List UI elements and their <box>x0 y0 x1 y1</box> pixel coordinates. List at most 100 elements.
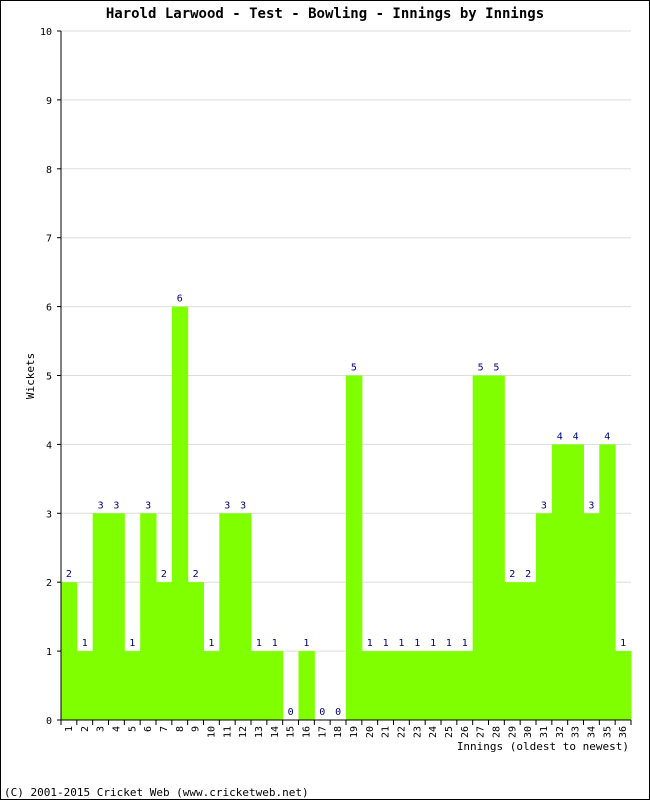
x-tick-label: 12 <box>238 726 249 738</box>
bar <box>599 444 616 720</box>
x-tick-label: 32 <box>555 726 566 738</box>
x-tick-label: 13 <box>254 726 265 738</box>
data-label: 1 <box>272 638 278 649</box>
data-label: 3 <box>145 500 151 511</box>
data-label: 4 <box>573 431 579 442</box>
bar <box>346 375 363 720</box>
bar <box>441 651 458 720</box>
x-tick-label: 16 <box>301 726 312 738</box>
data-label: 3 <box>240 500 246 511</box>
x-tick-label: 8 <box>175 726 186 732</box>
y-tick-label: 9 <box>46 96 52 107</box>
bar <box>61 582 78 720</box>
data-label: 1 <box>82 638 88 649</box>
x-tick-label: 23 <box>412 726 423 738</box>
data-label: 1 <box>256 638 262 649</box>
y-tick-label: 5 <box>46 372 52 383</box>
bar <box>235 513 252 720</box>
x-tick-label: 20 <box>365 726 376 738</box>
y-tick-label: 7 <box>46 234 52 245</box>
data-label: 2 <box>193 569 199 580</box>
bar <box>156 582 173 720</box>
x-tick-label: 22 <box>396 726 407 738</box>
copyright-footer: (C) 2001-2015 Cricket Web (www.cricketwe… <box>4 786 309 799</box>
bar <box>425 651 442 720</box>
data-label: 6 <box>177 294 183 305</box>
x-tick-label: 27 <box>476 726 487 738</box>
data-label: 0 <box>335 707 341 718</box>
data-label: 4 <box>604 431 610 442</box>
bar <box>377 651 394 720</box>
data-label: 1 <box>430 638 436 649</box>
bar <box>187 582 204 720</box>
x-tick-label: 36 <box>618 726 629 738</box>
bar <box>76 651 94 720</box>
bar-chart: Harold Larwood - Test - Bowling - Inning… <box>4 6 632 799</box>
data-label: 3 <box>588 500 594 511</box>
data-label: 1 <box>383 638 389 649</box>
data-label: 1 <box>398 638 404 649</box>
x-tick-label: 17 <box>317 726 328 738</box>
x-tick-label: 2 <box>80 726 91 732</box>
data-label: 1 <box>414 638 420 649</box>
x-tick-label: 15 <box>286 726 297 738</box>
x-tick-label: 30 <box>523 726 534 738</box>
y-tick-label: 1 <box>46 647 52 658</box>
x-tick-label: 9 <box>191 726 202 732</box>
data-label: 2 <box>525 569 531 580</box>
x-tick-label: 26 <box>460 726 471 738</box>
data-label: 5 <box>493 363 499 374</box>
data-label: 0 <box>319 707 325 718</box>
bar <box>92 513 109 720</box>
x-tick-label: 29 <box>507 726 518 738</box>
bar <box>140 513 157 720</box>
bar <box>456 651 474 720</box>
bar <box>203 651 220 720</box>
data-label: 1 <box>462 638 468 649</box>
bar <box>108 513 125 720</box>
x-tick-label: 14 <box>270 726 281 738</box>
bar <box>615 651 632 720</box>
bar <box>361 651 379 720</box>
x-tick-label: 19 <box>349 726 360 738</box>
y-tick-label: 0 <box>46 716 52 727</box>
x-tick-label: 33 <box>571 726 582 738</box>
x-tick-label: 18 <box>333 726 344 738</box>
y-axis-label: Wickets <box>24 353 37 399</box>
data-label: 2 <box>66 569 72 580</box>
bar <box>567 444 584 720</box>
y-tick-label: 2 <box>46 578 52 589</box>
x-tick-label: 4 <box>111 726 122 732</box>
bar <box>504 582 521 720</box>
data-label: 1 <box>129 638 135 649</box>
x-tick-label: 1 <box>64 726 75 732</box>
data-label: 5 <box>478 363 484 374</box>
bar <box>488 375 505 720</box>
bar <box>124 651 141 720</box>
y-tick-label: 10 <box>40 27 52 38</box>
bar <box>583 513 600 720</box>
x-tick-label: 10 <box>206 726 217 738</box>
bar <box>298 651 315 720</box>
x-tick-label: 21 <box>381 726 392 738</box>
bar <box>171 306 189 720</box>
data-label: 1 <box>208 638 214 649</box>
x-tick-label: 25 <box>444 726 455 738</box>
bar <box>393 651 410 720</box>
data-label: 2 <box>509 569 515 580</box>
x-tick-label: 24 <box>428 726 439 738</box>
chart-title: Harold Larwood - Test - Bowling - Inning… <box>106 6 544 22</box>
data-label: 3 <box>224 500 230 511</box>
data-label: 2 <box>161 569 167 580</box>
data-label: 1 <box>367 638 373 649</box>
x-tick-label: 28 <box>491 726 502 738</box>
data-label: 5 <box>351 363 357 374</box>
x-tick-label: 31 <box>539 726 550 738</box>
x-tick-label: 5 <box>127 726 138 732</box>
x-axis-label: Innings (oldest to newest) <box>457 740 629 753</box>
y-tick-labels: 0 1 2 3 4 5 6 7 8 9 10 <box>40 27 52 727</box>
data-label: 1 <box>446 638 452 649</box>
x-tick-label: 3 <box>96 726 107 732</box>
data-label: 4 <box>557 431 563 442</box>
data-label: 3 <box>541 500 547 511</box>
